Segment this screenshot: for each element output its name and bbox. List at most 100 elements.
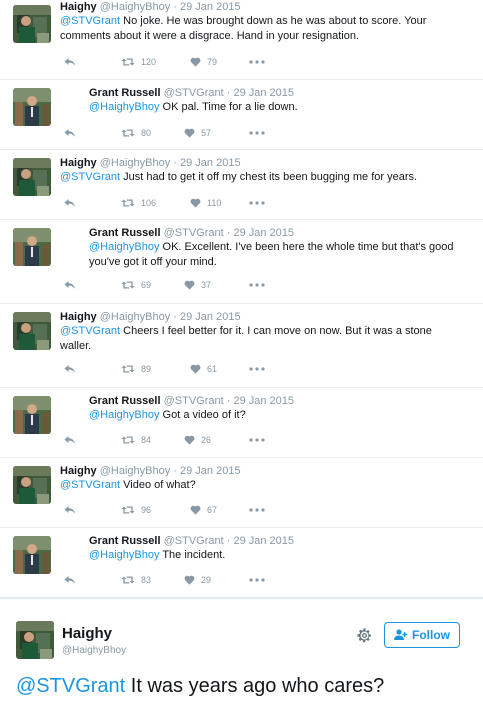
like-button[interactable]: 110	[190, 196, 221, 210]
avatar[interactable]	[13, 466, 51, 504]
author-name[interactable]: Grant Russell	[89, 395, 161, 407]
reply-button[interactable]	[64, 126, 82, 140]
reply-button[interactable]	[64, 573, 82, 587]
tweet-body: OK pal. Time for a lie down.	[159, 101, 298, 113]
tweet-date[interactable]: 29 Jan 2015	[233, 535, 294, 547]
mention-link[interactable]: @HaighyBhoy	[89, 101, 159, 113]
tweet-date[interactable]: 29 Jan 2015	[180, 1, 241, 13]
tweet-date[interactable]: 29 Jan 2015	[180, 465, 241, 477]
author-handle[interactable]: @HaighyBhoy	[100, 1, 170, 13]
retweet-button[interactable]: 106	[121, 196, 156, 210]
mention-link[interactable]: @STVGrant	[60, 479, 120, 491]
retweet-count: 84	[141, 435, 152, 445]
reply-icon	[64, 365, 75, 373]
tweet[interactable]: Haighy @HaighyBhoy · 29 Jan 2015 @STVGran…	[0, 0, 483, 80]
author-handle[interactable]: @STVGrant	[164, 87, 224, 99]
author-handle[interactable]: @STVGrant	[164, 535, 224, 547]
avatar[interactable]	[13, 158, 51, 196]
avatar[interactable]	[13, 88, 51, 126]
author-handle[interactable]: @HaighyBhoy	[100, 157, 170, 169]
author-handle[interactable]: @HaighyBhoy	[62, 645, 126, 656]
like-button[interactable]: 67	[190, 503, 217, 517]
retweet-count: 120	[141, 57, 157, 67]
tweet[interactable]: Grant Russell @STVGrant · 29 Jan 2015 @Ha…	[0, 388, 483, 458]
more-button[interactable]	[249, 573, 265, 587]
gear-icon[interactable]	[356, 627, 373, 644]
avatar[interactable]	[16, 621, 54, 659]
tweet-date[interactable]: 29 Jan 2015	[233, 227, 294, 239]
avatar[interactable]	[13, 396, 51, 434]
retweet-button[interactable]: 80	[121, 126, 151, 140]
tweet-text: @STVGrant It was years ago who cares?	[16, 675, 384, 698]
retweet-button[interactable]: 89	[121, 362, 151, 376]
more-button[interactable]	[249, 196, 265, 210]
retweet-button[interactable]: 84	[121, 433, 151, 447]
mention-link[interactable]: @STVGrant	[16, 675, 125, 697]
tweet[interactable]: Grant Russell @STVGrant · 29 Jan 2015 @Ha…	[0, 220, 483, 304]
mention-link[interactable]: @HaighyBhoy	[89, 549, 159, 561]
avatar[interactable]	[13, 536, 51, 574]
reply-button[interactable]	[64, 433, 82, 447]
author-name[interactable]: Haighy	[60, 157, 97, 169]
reply-button[interactable]	[64, 196, 82, 210]
tweet-date[interactable]: 29 Jan 2015	[180, 311, 241, 323]
follow-button[interactable]: Follow	[384, 622, 460, 648]
reply-button[interactable]	[64, 55, 82, 69]
author-name[interactable]: Haighy	[62, 625, 112, 642]
retweet-button[interactable]: 120	[121, 55, 156, 69]
like-button[interactable]: 29	[184, 573, 211, 587]
more-button[interactable]	[249, 126, 265, 140]
author-handle[interactable]: @STVGrant	[164, 395, 224, 407]
tweet-text: @STVGrant Video of what?	[60, 478, 460, 493]
more-button[interactable]	[249, 503, 265, 517]
reply-button[interactable]	[64, 503, 82, 517]
tweet[interactable]: Haighy @HaighyBhoy · 29 Jan 2015 @STVGran…	[0, 150, 483, 220]
like-button[interactable]: 61	[190, 362, 217, 376]
author-handle[interactable]: @HaighyBhoy	[100, 465, 170, 477]
avatar[interactable]	[13, 312, 51, 350]
like-button[interactable]: 79	[190, 55, 217, 69]
more-button[interactable]	[249, 433, 265, 447]
reply-icon	[64, 129, 75, 137]
author-handle[interactable]: @STVGrant	[164, 227, 224, 239]
tweet-header: Haighy @HaighyBhoy · 29 Jan 2015	[60, 465, 241, 477]
tweet[interactable]: Grant Russell @STVGrant · 29 Jan 2015 @Ha…	[0, 528, 483, 598]
retweet-button[interactable]: 96	[121, 503, 151, 517]
reply-icon	[64, 436, 75, 444]
tweet[interactable]: Haighy @HaighyBhoy · 29 Jan 2015 @STVGran…	[0, 458, 483, 528]
reply-button[interactable]	[64, 278, 82, 292]
separator-dot: ·	[223, 87, 234, 99]
author-handle[interactable]: @HaighyBhoy	[100, 311, 170, 323]
author-name[interactable]: Grant Russell	[89, 227, 161, 239]
mention-link[interactable]: @HaighyBhoy	[89, 409, 159, 421]
tweet-date[interactable]: 29 Jan 2015	[233, 395, 294, 407]
author-name[interactable]: Haighy	[60, 311, 97, 323]
tweet-date[interactable]: 29 Jan 2015	[180, 157, 241, 169]
mention-link[interactable]: @STVGrant	[60, 171, 120, 183]
author-name[interactable]: Haighy	[60, 1, 97, 13]
reply-button[interactable]	[64, 362, 82, 376]
author-name[interactable]: Grant Russell	[89, 87, 161, 99]
more-button[interactable]	[249, 362, 265, 376]
more-button[interactable]	[249, 278, 265, 292]
more-button[interactable]	[249, 55, 265, 69]
tweet-date[interactable]: 29 Jan 2015	[233, 87, 294, 99]
tweet[interactable]: Haighy @HaighyBhoy · 29 Jan 2015 @STVGran…	[0, 304, 483, 388]
like-button[interactable]: 26	[184, 433, 211, 447]
tweet[interactable]: Grant Russell @STVGrant · 29 Jan 2015 @Ha…	[0, 80, 483, 150]
more-icon	[249, 283, 265, 287]
like-count: 67	[207, 505, 218, 515]
mention-link[interactable]: @HaighyBhoy	[89, 241, 159, 253]
tweet-text: @HaighyBhoy Got a video of it?	[89, 408, 469, 423]
mention-link[interactable]: @STVGrant	[60, 325, 120, 337]
avatar[interactable]	[13, 228, 51, 266]
avatar[interactable]	[13, 5, 51, 43]
tweet-actions: 80 57	[64, 126, 284, 140]
mention-link[interactable]: @STVGrant	[60, 15, 120, 27]
like-button[interactable]: 57	[184, 126, 211, 140]
retweet-button[interactable]: 83	[121, 573, 151, 587]
author-name[interactable]: Grant Russell	[89, 535, 161, 547]
retweet-button[interactable]: 69	[121, 278, 151, 292]
author-name[interactable]: Haighy	[60, 465, 97, 477]
like-button[interactable]: 37	[184, 278, 211, 292]
